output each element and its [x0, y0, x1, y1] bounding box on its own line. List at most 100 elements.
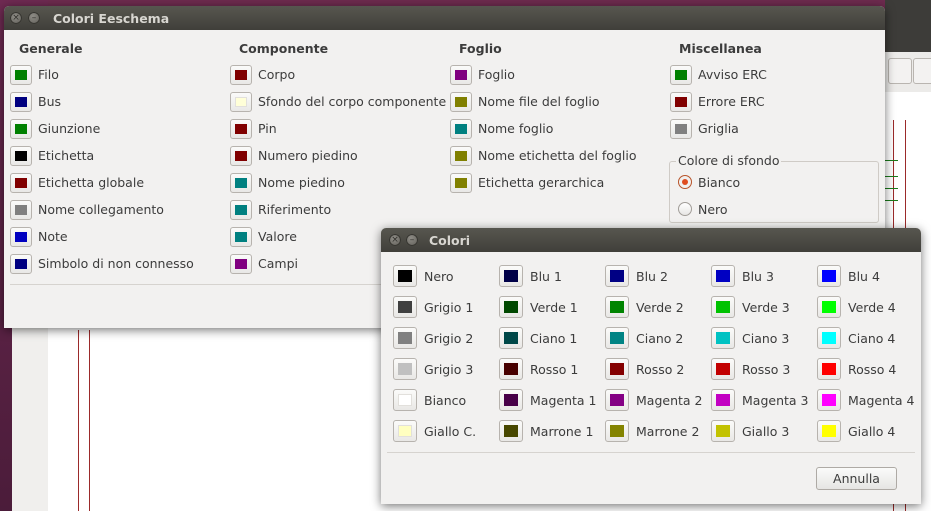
color-swatch-button[interactable]: [499, 265, 523, 287]
palette-color-item[interactable]: Marrone 2: [605, 420, 711, 446]
color-item-nome-foglio[interactable]: Nome foglio: [444, 117, 553, 144]
color-swatch-button[interactable]: [499, 389, 523, 411]
color-swatch-button[interactable]: [817, 358, 841, 380]
color-item-sfondo-corpo[interactable]: Sfondo del corpo componente: [224, 90, 446, 117]
color-swatch-button[interactable]: [393, 296, 417, 318]
color-swatch-button[interactable]: [817, 420, 841, 442]
palette-color-item[interactable]: Grigio 1: [393, 296, 499, 322]
palette-color-item[interactable]: Giallo 3: [711, 420, 817, 446]
palette-color-item[interactable]: Rosso 4: [817, 358, 923, 384]
color-swatch-button[interactable]: [393, 420, 417, 442]
color-swatch-button[interactable]: [393, 389, 417, 411]
color-swatch-button[interactable]: [230, 254, 252, 274]
color-item-foglio[interactable]: Foglio: [444, 63, 515, 90]
color-swatch-button[interactable]: [499, 327, 523, 349]
color-item-filo[interactable]: Filo: [4, 63, 82, 90]
color-swatch-button[interactable]: [817, 296, 841, 318]
palette-color-item[interactable]: Verde 1: [499, 296, 605, 322]
color-item-nome-collegamento[interactable]: Nome collegamento: [4, 198, 164, 225]
color-swatch-button[interactable]: [10, 92, 32, 112]
palette-color-item[interactable]: Ciano 4: [817, 327, 923, 353]
color-swatch-button[interactable]: [817, 389, 841, 411]
close-icon[interactable]: ×: [389, 234, 401, 246]
palette-color-item[interactable]: Rosso 1: [499, 358, 605, 384]
color-item-valore[interactable]: Valore: [224, 225, 328, 252]
color-swatch-button[interactable]: [450, 65, 472, 85]
color-swatch-button[interactable]: [670, 92, 692, 112]
color-swatch-button[interactable]: [450, 173, 472, 193]
color-swatch-button[interactable]: [230, 200, 252, 220]
color-item-campi[interactable]: Campi: [224, 252, 328, 279]
palette-color-item[interactable]: Verde 3: [711, 296, 817, 322]
color-swatch-button[interactable]: [817, 327, 841, 349]
color-swatch-button[interactable]: [230, 65, 252, 85]
color-swatch-button[interactable]: [450, 92, 472, 112]
palette-color-item[interactable]: Grigio 2: [393, 327, 499, 353]
color-swatch-button[interactable]: [605, 296, 629, 318]
toolbar-button[interactable]: [913, 58, 931, 84]
color-swatch-button[interactable]: [499, 420, 523, 442]
color-item-simbolo-non-connesso[interactable]: Simbolo di non connesso: [4, 252, 194, 279]
color-swatch-button[interactable]: [230, 227, 252, 247]
palette-color-item[interactable]: Nero: [393, 265, 499, 291]
palette-color-item[interactable]: Giallo C.: [393, 420, 499, 446]
color-swatch-button[interactable]: [393, 358, 417, 380]
palette-color-item[interactable]: Ciano 3: [711, 327, 817, 353]
color-swatch-button[interactable]: [499, 358, 523, 380]
palette-color-item[interactable]: Blu 2: [605, 265, 711, 291]
color-item-griglia[interactable]: Griglia: [664, 117, 762, 144]
color-swatch-button[interactable]: [605, 389, 629, 411]
palette-color-item[interactable]: Ciano 2: [605, 327, 711, 353]
color-swatch-button[interactable]: [10, 227, 32, 247]
color-item-etichetta-gerarchica[interactable]: Etichetta gerarchica: [444, 171, 604, 198]
color-swatch-button[interactable]: [10, 119, 32, 139]
color-swatch-button[interactable]: [817, 265, 841, 287]
palette-color-item[interactable]: Magenta 3: [711, 389, 817, 415]
palette-color-item[interactable]: Verde 4: [817, 296, 923, 322]
color-swatch-button[interactable]: [711, 327, 735, 349]
color-item-riferimento[interactable]: Riferimento: [224, 198, 331, 225]
color-item-corpo[interactable]: Corpo: [224, 63, 328, 90]
palette-color-item[interactable]: Blu 3: [711, 265, 817, 291]
color-item-pin[interactable]: Pin: [224, 117, 328, 144]
color-swatch-button[interactable]: [393, 265, 417, 287]
color-swatch-button[interactable]: [605, 327, 629, 349]
palette-color-item[interactable]: Rosso 2: [605, 358, 711, 384]
color-item-giunzione[interactable]: Giunzione: [4, 117, 100, 144]
palette-color-item[interactable]: Magenta 1: [499, 389, 605, 415]
color-swatch-button[interactable]: [711, 265, 735, 287]
color-item-nome-piedino[interactable]: Nome piedino: [224, 171, 345, 198]
radio-unselected-icon[interactable]: [678, 202, 692, 216]
color-swatch-button[interactable]: [393, 327, 417, 349]
minimize-icon[interactable]: –: [28, 12, 40, 24]
color-swatch-button[interactable]: [670, 65, 692, 85]
palette-color-item[interactable]: Verde 2: [605, 296, 711, 322]
palette-color-item[interactable]: Bianco: [393, 389, 499, 415]
palette-color-item[interactable]: Rosso 3: [711, 358, 817, 384]
palette-color-item[interactable]: Magenta 4: [817, 389, 923, 415]
palette-color-item[interactable]: Marrone 1: [499, 420, 605, 446]
color-swatch-button[interactable]: [605, 358, 629, 380]
color-swatch-button[interactable]: [10, 65, 32, 85]
toolbar-button[interactable]: [888, 58, 912, 84]
color-swatch-button[interactable]: [10, 200, 32, 220]
color-swatch-button[interactable]: [230, 92, 252, 112]
color-swatch-button[interactable]: [605, 265, 629, 287]
palette-color-item[interactable]: Giallo 4: [817, 420, 923, 446]
color-item-note[interactable]: Note: [4, 225, 82, 252]
color-swatch-button[interactable]: [711, 389, 735, 411]
minimize-icon[interactable]: –: [406, 234, 418, 246]
palette-color-item[interactable]: Ciano 1: [499, 327, 605, 353]
palette-color-item[interactable]: Grigio 3: [393, 358, 499, 384]
color-item-avviso-erc[interactable]: Avviso ERC: [664, 63, 767, 90]
cancel-button[interactable]: Annulla: [816, 467, 897, 490]
color-swatch-button[interactable]: [230, 146, 252, 166]
color-swatch-button[interactable]: [711, 358, 735, 380]
color-swatch-button[interactable]: [450, 119, 472, 139]
color-swatch-button[interactable]: [10, 146, 32, 166]
color-swatch-button[interactable]: [711, 420, 735, 442]
color-item-nome-etichetta-foglio[interactable]: Nome etichetta del foglio: [444, 144, 636, 171]
color-swatch-button[interactable]: [499, 296, 523, 318]
close-icon[interactable]: ×: [10, 12, 22, 24]
color-swatch-button[interactable]: [670, 119, 692, 139]
